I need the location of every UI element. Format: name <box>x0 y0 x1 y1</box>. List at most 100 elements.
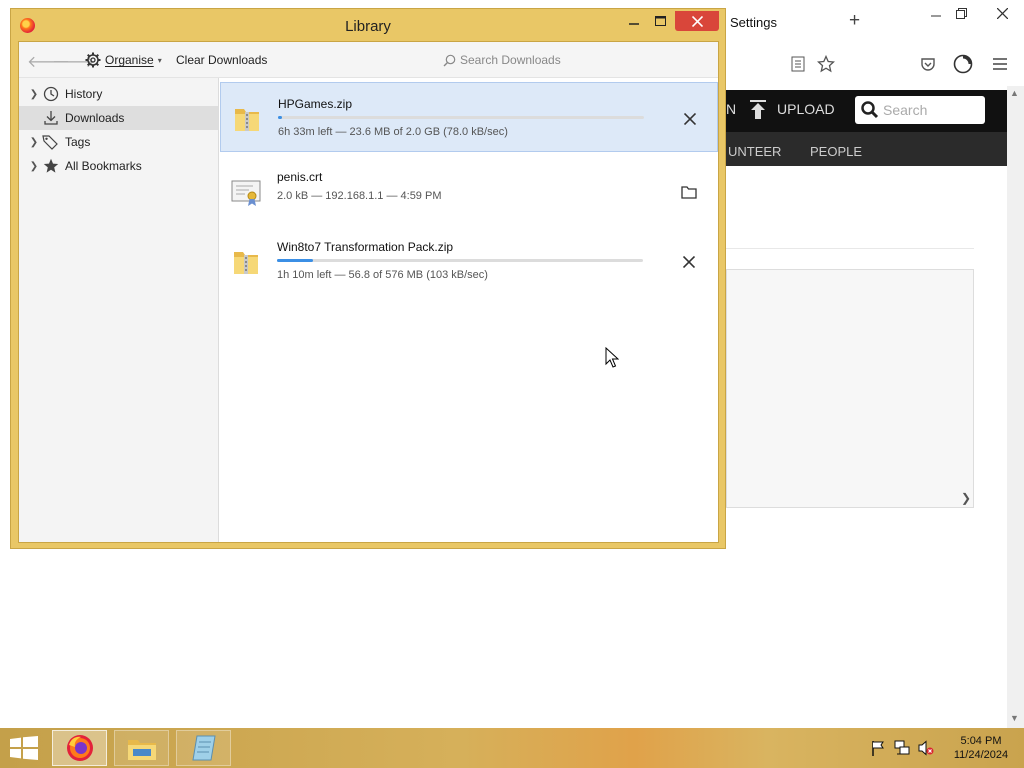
upload-link[interactable]: UPLOAD <box>777 101 835 117</box>
cancel-download-button[interactable] <box>675 248 703 276</box>
new-tab-button[interactable]: + <box>849 10 860 32</box>
system-tray <box>870 740 934 756</box>
zip-folder-icon <box>235 109 259 131</box>
maximize-icon <box>655 16 666 26</box>
zip-folder-icon <box>234 252 258 274</box>
restore-icon <box>955 7 967 19</box>
website-search-placeholder: Search <box>883 102 928 118</box>
file-explorer-icon <box>127 740 156 760</box>
sidebar-item-downloads[interactable]: Downloads <box>19 106 218 130</box>
mouse-cursor-icon <box>605 347 619 368</box>
taskbar-firefox-button[interactable] <box>52 730 107 766</box>
cancel-download-button[interactable] <box>676 105 704 133</box>
website-search-box[interactable]: Search <box>855 96 985 124</box>
sidebar-item-label: Tags <box>65 135 91 149</box>
close-button[interactable] <box>675 11 719 31</box>
scroll-down-icon[interactable]: ▼ <box>1010 713 1019 723</box>
downloads-list: HPGames.zip 6h 33m left — 23.6 MB of 2.0… <box>220 78 718 542</box>
website-nav-volunteer[interactable]: UNTEER <box>728 144 781 159</box>
clear-downloads-button[interactable]: Clear Downloads <box>176 53 267 67</box>
download-icon <box>41 110 61 126</box>
dropdown-arrow-icon: ▾ <box>157 55 162 65</box>
taskbar-clock[interactable]: 5:04 PM 11/24/2024 <box>944 734 1018 762</box>
star-icon <box>41 158 61 174</box>
minimize-button[interactable] <box>620 11 647 31</box>
tag-icon <box>41 134 61 150</box>
clock-time: 5:04 PM <box>960 735 1002 747</box>
content-panel: ❯ <box>726 269 974 508</box>
expand-arrow-icon[interactable]: ❯ <box>27 137 41 148</box>
open-folder-icon <box>681 186 697 199</box>
taskbar: 5:04 PM 11/24/2024 <box>0 728 1024 768</box>
website-nav-partial-item[interactable]: N <box>726 101 736 117</box>
close-icon <box>996 7 1008 19</box>
sidebar-item-label: All Bookmarks <box>65 159 142 173</box>
windows-start-icon[interactable] <box>8 736 40 760</box>
minimize-icon <box>628 23 639 25</box>
notepad-icon <box>191 735 216 761</box>
library-window: Library 🡐 🡒 Organise ▾ Clear Downloads S… <box>10 8 726 549</box>
clock-date: 11/24/2024 <box>953 749 1009 761</box>
search-icon <box>861 101 879 119</box>
library-title-bar[interactable]: Library <box>11 9 725 41</box>
sidebar-item-all-bookmarks[interactable]: ❯ All Bookmarks <box>19 154 218 178</box>
search-downloads-input[interactable]: Search Downloads <box>437 49 715 71</box>
taskbar-file-explorer-button[interactable] <box>114 730 169 766</box>
download-filename: penis.crt <box>277 170 323 184</box>
website-nav-people[interactable]: PEOPLE <box>810 144 862 159</box>
download-item[interactable]: penis.crt 2.0 kB — 192.168.1.1 — 4:59 PM <box>220 156 718 226</box>
page-scrollbar[interactable] <box>1007 86 1024 728</box>
gear-icon <box>85 52 101 68</box>
search-placeholder: Search Downloads <box>460 53 561 67</box>
chevron-right-icon[interactable]: ❯ <box>961 491 971 505</box>
upload-icon <box>750 100 766 119</box>
download-progress-fill <box>277 259 314 262</box>
download-progress-fill <box>278 116 283 119</box>
download-status: 2.0 kB — 192.168.1.1 — 4:59 PM <box>277 190 442 202</box>
search-icon <box>443 54 456 67</box>
network-icon[interactable] <box>894 740 910 756</box>
organise-menu-button[interactable]: Organise ▾ <box>85 50 162 70</box>
settings-tab[interactable]: Settings <box>730 15 777 30</box>
library-toolbar: 🡐 🡒 Organise ▾ Clear Downloads Search Do… <box>19 42 718 78</box>
scroll-up-icon[interactable]: ▲ <box>1010 88 1019 98</box>
cancel-icon <box>684 113 696 125</box>
reader-view-icon[interactable] <box>788 54 808 74</box>
cancel-icon <box>683 256 695 268</box>
library-content: 🡐 🡒 Organise ▾ Clear Downloads Search Do… <box>18 41 719 543</box>
certificate-icon <box>231 180 261 206</box>
download-progress-bar <box>278 116 644 119</box>
action-center-flag-icon[interactable] <box>870 740 886 756</box>
open-containing-folder-button[interactable] <box>675 178 703 206</box>
download-filename: Win8to7 Transformation Pack.zip <box>277 240 454 254</box>
content-divider <box>726 248 974 249</box>
expand-arrow-icon[interactable]: ❯ <box>27 161 41 172</box>
download-status: 1h 10m left — 56.8 of 576 MB (103 kB/sec… <box>277 269 488 281</box>
expand-arrow-icon[interactable]: ❯ <box>27 89 41 100</box>
download-progress-bar <box>277 259 643 262</box>
menu-icon[interactable] <box>990 54 1010 74</box>
organise-label: Organise <box>105 53 154 67</box>
window-title: Library <box>345 18 391 35</box>
close-icon <box>691 15 703 27</box>
download-filename: HPGames.zip <box>278 97 353 111</box>
sidebar-item-label: History <box>65 87 103 101</box>
download-item[interactable]: HPGames.zip 6h 33m left — 23.6 MB of 2.0… <box>220 82 718 152</box>
clock-icon <box>41 86 61 102</box>
download-item[interactable]: Win8to7 Transformation Pack.zip 1h 10m l… <box>220 226 718 296</box>
taskbar-notepad-button[interactable] <box>176 730 231 766</box>
maximize-button[interactable] <box>647 11 674 31</box>
browser-close-button[interactable] <box>980 2 1024 24</box>
sidebar-item-tags[interactable]: ❯ Tags <box>19 130 218 154</box>
library-sidebar: ❯ History Downloads ❯ Tags ❯ All Bookmar… <box>19 78 219 542</box>
bookmark-star-icon[interactable] <box>816 54 836 74</box>
pocket-icon[interactable] <box>918 54 938 74</box>
browser-toolbar <box>726 44 1024 86</box>
sidebar-item-history[interactable]: ❯ History <box>19 82 218 106</box>
browser-restore-button[interactable] <box>939 2 983 24</box>
download-status: 6h 33m left — 23.6 MB of 2.0 GB (78.0 kB… <box>278 126 508 138</box>
volume-muted-icon[interactable] <box>918 740 934 756</box>
firefox-icon <box>66 735 93 761</box>
account-icon[interactable] <box>953 54 973 74</box>
sidebar-item-label: Downloads <box>65 111 125 125</box>
